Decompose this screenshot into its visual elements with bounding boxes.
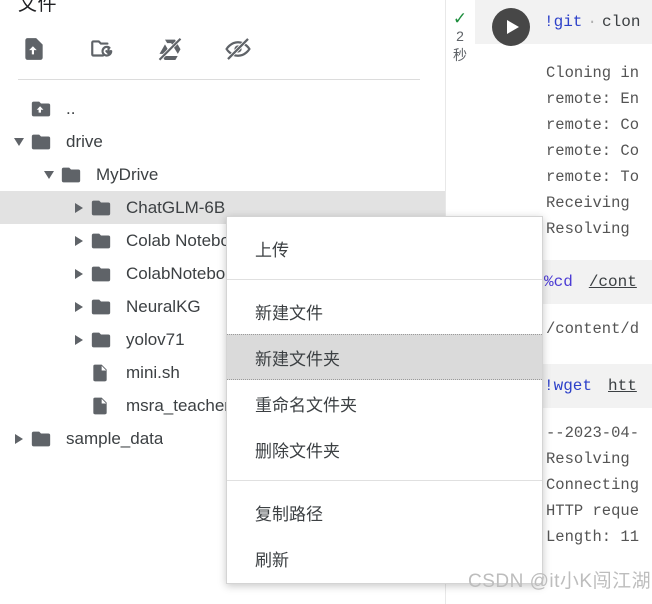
twisty-triangle xyxy=(75,301,83,312)
chevron-right-icon[interactable] xyxy=(68,197,90,219)
files-toolbar xyxy=(0,25,445,73)
mount-drive-button[interactable] xyxy=(148,27,192,71)
context-menu-item[interactable]: 新建文件 xyxy=(227,288,542,334)
eye-off-icon xyxy=(224,35,252,63)
tree-row-label: yolov71 xyxy=(126,329,185,349)
cell-3-code[interactable]: !wget htt xyxy=(544,364,637,408)
output-line: remote: Co xyxy=(546,142,640,160)
cell-success-icon: ✓ xyxy=(452,9,468,28)
notebook-cell-1: ✓ 2 秒 !git · clon xyxy=(446,0,652,63)
context-menu-item[interactable]: 新建文件夹 xyxy=(227,334,542,380)
output-line: remote: Co xyxy=(546,116,640,134)
folder-icon xyxy=(30,131,58,153)
code-token-rest: clon xyxy=(602,13,641,31)
hide-hidden-files-button[interactable] xyxy=(216,27,260,71)
file-icon xyxy=(90,362,118,384)
run-cell-button[interactable] xyxy=(492,8,530,46)
mount-drive-off-icon xyxy=(156,35,184,63)
twisty-triangle xyxy=(44,170,54,179)
tree-row-label: ChatGLM-6B xyxy=(126,197,226,217)
cell-2-code[interactable]: %cd /cont xyxy=(544,260,637,304)
chevron-right-icon[interactable] xyxy=(8,428,30,450)
twisty-triangle xyxy=(75,334,83,345)
cell-duration-unit: 秒 xyxy=(453,46,467,63)
cell-1-output: Cloning in remote: En remote: Co remote: Co… xyxy=(446,44,652,242)
output-line: Cloning in xyxy=(546,64,640,82)
tree-row-label: NeuralKG xyxy=(126,296,201,316)
folder-icon xyxy=(90,329,118,351)
chevron-down-icon[interactable] xyxy=(38,164,60,186)
refresh-folder-button[interactable] xyxy=(80,27,124,71)
twisty-triangle xyxy=(15,433,23,444)
code-token-path: /cont xyxy=(588,273,637,291)
context-menu-separator xyxy=(227,480,542,481)
parent-folder-icon xyxy=(30,98,58,120)
context-menu-separator xyxy=(227,279,542,280)
folder-icon xyxy=(90,197,118,219)
cell-1-status: ✓ 2 秒 xyxy=(446,0,474,65)
code-token-bang: !git xyxy=(544,13,583,31)
tree-row-label: MyDrive xyxy=(96,164,159,184)
tree-row-label: .. xyxy=(66,98,76,118)
code-token-magic: %cd xyxy=(544,273,573,291)
folder-icon xyxy=(30,428,58,450)
chevron-right-icon[interactable] xyxy=(68,329,90,351)
context-menu-item[interactable]: 复制路径 xyxy=(227,489,542,535)
toolbar-divider xyxy=(18,79,420,80)
cell-duration-value: 2 xyxy=(456,28,464,44)
output-line: Receiving xyxy=(546,194,630,212)
output-line: remote: En xyxy=(546,90,640,108)
twisty-triangle xyxy=(14,137,24,146)
folder-icon xyxy=(90,296,118,318)
code-token-bang: !wget xyxy=(544,377,593,395)
tree-row[interactable]: .. xyxy=(0,92,445,125)
tree-row-label: mini.sh xyxy=(126,362,180,382)
tree-row-label: sample_data xyxy=(66,428,164,448)
cell-1-code[interactable]: !git · clon xyxy=(544,0,640,44)
file-icon xyxy=(90,395,118,417)
tree-row[interactable]: MyDrive xyxy=(0,158,445,191)
upload-icon xyxy=(21,36,47,62)
twisty-triangle xyxy=(75,235,83,246)
output-line: remote: To xyxy=(546,168,640,186)
upload-button[interactable] xyxy=(12,27,56,71)
file-context-menu: 上传 新建文件 新建文件夹 重命名文件夹 删除文件夹 复制路径 刷新 xyxy=(226,216,543,584)
files-panel-title: 文件 xyxy=(18,0,58,15)
play-icon xyxy=(506,20,519,34)
code-space-dot: · xyxy=(587,13,598,31)
colab-window: 文件 .. drive MyDrive ChatGLM-6B Colab Not… xyxy=(0,0,652,604)
folder-icon xyxy=(60,164,88,186)
context-menu-item[interactable]: 上传 xyxy=(227,225,542,271)
chevron-right-icon[interactable] xyxy=(68,230,90,252)
chevron-down-icon[interactable] xyxy=(8,131,30,153)
tree-row[interactable]: drive xyxy=(0,125,445,158)
twisty-triangle xyxy=(75,268,83,279)
folder-icon xyxy=(90,263,118,285)
chevron-right-icon[interactable] xyxy=(68,296,90,318)
context-menu-item[interactable]: 重命名文件夹 xyxy=(227,380,542,426)
tree-row-label: msra_teacher xyxy=(126,395,230,415)
chevron-right-icon[interactable] xyxy=(68,263,90,285)
twisty-triangle xyxy=(75,202,83,213)
code-token-url: htt xyxy=(608,377,637,395)
tree-row-label: drive xyxy=(66,131,103,151)
folder-icon xyxy=(90,230,118,252)
context-menu-item[interactable]: 删除文件夹 xyxy=(227,426,542,472)
watermark: CSDN @it小K闯江湖 xyxy=(468,571,652,592)
refresh-folder-icon xyxy=(89,36,115,62)
